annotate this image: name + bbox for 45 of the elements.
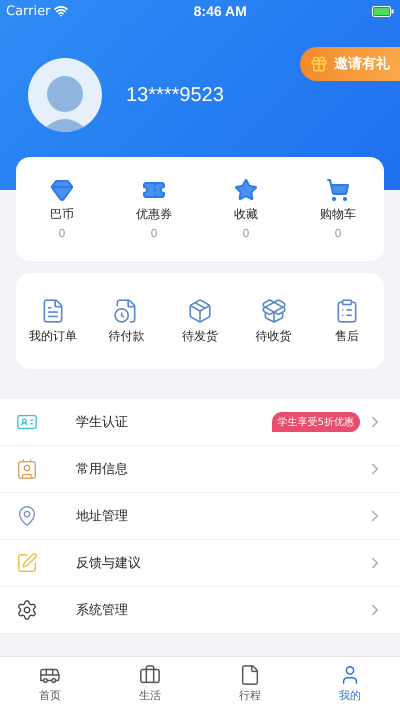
order-label[interactable]: 待发货 xyxy=(182,328,218,344)
asset-label[interactable]: 收藏 xyxy=(234,206,258,223)
document-icon xyxy=(239,664,261,686)
gem-icon[interactable] xyxy=(50,178,74,202)
tab-item[interactable]: 生活 xyxy=(100,657,200,710)
asset-label[interactable]: 优惠券 xyxy=(136,206,172,223)
asset-count: 0 xyxy=(150,227,158,240)
order-label[interactable]: 售后 xyxy=(335,328,360,344)
menu-item[interactable]: 学生认证 学生享受5折优惠 xyxy=(0,399,400,446)
clock-time: 8:46 AM xyxy=(194,3,247,19)
carrier-label: Carrier xyxy=(6,4,50,18)
asset-count: 0 xyxy=(334,227,342,240)
contact-card-icon xyxy=(16,458,38,480)
wifi-icon xyxy=(54,4,68,18)
asset-count: 0 xyxy=(58,227,66,240)
battery-icon xyxy=(372,6,394,16)
tab-item[interactable]: 行程 xyxy=(200,657,300,710)
tab-item[interactable]: 首页 xyxy=(0,657,100,710)
menu-item[interactable]: 常用信息 xyxy=(0,446,400,493)
map-pin-icon xyxy=(16,505,38,527)
box-icon[interactable] xyxy=(186,298,213,324)
menu-label: 常用信息 xyxy=(76,461,129,478)
order-label[interactable]: 我的订单 xyxy=(28,328,77,344)
asset-count: 0 xyxy=(242,227,250,240)
phone-number: 13****9523 xyxy=(126,84,225,106)
menu-label: 系统管理 xyxy=(76,602,129,619)
menu-item[interactable]: 地址管理 xyxy=(0,493,400,540)
menu-label: 反馈与建议 xyxy=(76,555,142,572)
order-label[interactable]: 待付款 xyxy=(108,328,144,344)
asset-label[interactable]: 巴币 xyxy=(50,206,74,223)
order-label[interactable]: 待收货 xyxy=(256,328,292,344)
menu-label: 地址管理 xyxy=(76,508,129,525)
briefcase-icon xyxy=(139,664,161,686)
menu-label: 学生认证 xyxy=(76,414,129,431)
gift-icon xyxy=(310,55,328,73)
tab-item[interactable]: 我的 xyxy=(300,657,400,710)
promo-badge: 学生享受5折优惠 xyxy=(272,412,360,432)
asset-label[interactable]: 购物车 xyxy=(320,206,356,223)
menu-item[interactable]: 系统管理 xyxy=(0,587,400,634)
open-box-icon[interactable] xyxy=(260,298,287,324)
star-icon[interactable] xyxy=(234,178,258,202)
menu-item[interactable]: 反馈与建议 xyxy=(0,540,400,587)
edit-icon xyxy=(16,552,38,574)
settings-icon xyxy=(16,599,38,621)
cart-icon[interactable] xyxy=(326,178,350,202)
